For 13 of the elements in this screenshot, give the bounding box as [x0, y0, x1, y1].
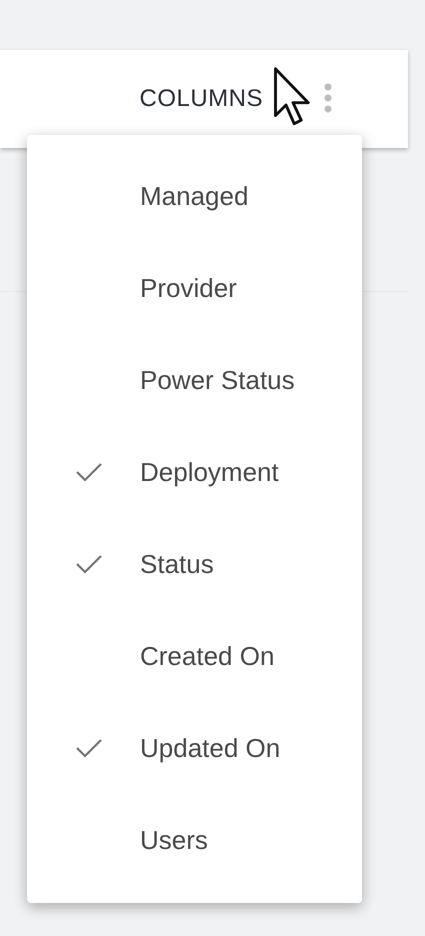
check-icon [74, 462, 102, 482]
check-icon [74, 554, 102, 574]
more-icon[interactable] [323, 82, 333, 114]
menu-item[interactable]: Updated On [27, 702, 362, 794]
menu-item[interactable]: Status [27, 518, 362, 610]
menu-item[interactable]: Provider [27, 242, 362, 334]
menu-item[interactable]: Power Status [27, 334, 362, 426]
menu-item[interactable]: Managed [27, 150, 362, 242]
check-icon [74, 738, 102, 758]
menu-item[interactable]: Users [27, 794, 362, 886]
columns-button[interactable]: COLUMNS [131, 81, 271, 117]
menu-item[interactable]: Created On [27, 610, 362, 702]
menu-item[interactable]: Deployment [27, 426, 362, 518]
